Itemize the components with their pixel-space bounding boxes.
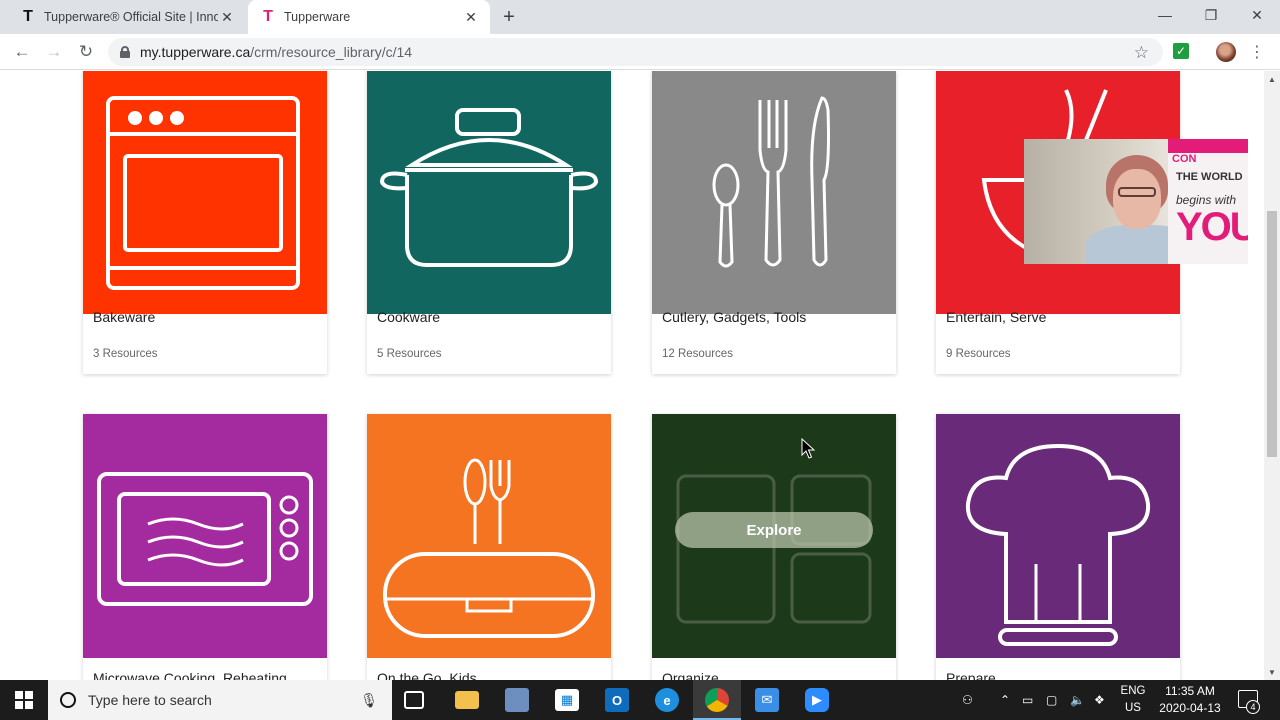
category-image[interactable] [652,71,896,314]
category-name[interactable]: Organize [662,670,719,680]
category-name[interactable]: On the Go, Kids [377,670,477,680]
windows-taskbar: Type here to search 🎙 ▦ O e ✉ ▶ ⚇ ⌃ ▭ ▢ … [0,680,1280,720]
file-explorer-icon[interactable] [455,691,479,709]
forward-arrow-icon[interactable]: → [42,40,66,64]
lock-icon [120,46,130,58]
tupperware-favicon-icon: T [23,8,33,25]
lunchbox-icon [383,458,595,638]
scroll-up-icon[interactable]: ▲ [1267,74,1277,84]
scroll-down-icon[interactable]: ▼ [1267,667,1277,677]
task-view-icon[interactable] [404,691,424,709]
back-arrow-icon[interactable]: ← [10,40,34,64]
pot-icon [379,108,599,267]
category-image[interactable] [367,71,611,314]
show-hidden-icons[interactable]: ⌃ [1000,680,1010,720]
webcam-overlay: CON THE WORLD begins with YOU [1024,139,1248,264]
address-bar[interactable]: my.tupperware.ca/crm/resource_library/c/… [108,38,1163,66]
category-image[interactable] [936,414,1180,658]
tab-title: Tupperware® Official Site | Innov [44,10,218,24]
battery-icon[interactable]: ▭ [1022,680,1033,720]
category-card-cookware[interactable]: Cookware 5 Resources [367,71,611,374]
resource-count: 12 Resources [662,348,733,360]
tab-strip: T Tupperware® Official Site | Innov ✕ T … [0,0,1280,34]
microwave-icon [97,472,313,606]
zoom-icon[interactable]: ▶ [805,688,829,712]
people-icon[interactable]: ⚇ [962,680,973,720]
bookmark-star-icon[interactable]: ☆ [1134,43,1149,63]
poster: CON THE WORLD begins with YOU [1168,139,1248,264]
chef-hat-icon [965,443,1151,646]
category-image[interactable] [83,414,327,658]
notification-count: 4 [1246,700,1260,714]
browser-menu-icon[interactable]: ⋮ [1249,42,1265,62]
chrome-icon[interactable] [705,688,729,712]
extension-check-icon[interactable]: ✓ [1173,43,1189,59]
category-name[interactable]: Entertain, Serve [946,309,1046,325]
cortana-icon [60,692,76,708]
minimize-icon[interactable]: — [1142,0,1188,30]
search-placeholder: Type here to search [88,692,212,708]
scrollbar-thumb[interactable] [1267,211,1277,457]
tupperware-favicon-icon: T [263,8,273,25]
mouse-cursor-icon [801,438,815,459]
outlook-icon[interactable]: O [605,688,629,712]
browser-toolbar: ← → ↻ my.tupperware.ca/crm/resource_libr… [0,34,1280,70]
taskbar-search-box[interactable]: Type here to search 🎙 [48,680,392,720]
url-text: my.tupperware.ca/crm/resource_library/c/… [140,44,413,60]
new-tab-button[interactable]: + [498,6,520,28]
volume-icon[interactable]: 🔈 [1070,680,1085,720]
resource-count: 9 Resources [946,348,1011,360]
category-name[interactable]: Bakeware [93,309,155,325]
edge-icon[interactable]: e [655,688,679,712]
cutlery-icon [712,96,830,268]
mail-icon[interactable]: ✉ [755,688,779,712]
paint-icon[interactable] [505,688,529,712]
category-card-prepare[interactable]: Prepare [936,414,1180,680]
category-card-on-the-go[interactable]: On the Go, Kids [367,414,611,680]
network-icon[interactable]: ▢ [1046,680,1057,720]
window-close-icon[interactable]: ✕ [1234,0,1280,30]
category-card-organize[interactable]: Explore Organize [652,414,896,680]
resource-count: 5 Resources [377,348,442,360]
dropbox-icon[interactable]: ❖ [1094,680,1105,720]
category-card-cutlery[interactable]: Cutlery, Gadgets, Tools 12 Resources [652,71,896,374]
tab-tupperware-official[interactable]: T Tupperware® Official Site | Innov ✕ [8,0,246,34]
category-name[interactable]: Cookware [377,309,440,325]
category-name[interactable]: Cutlery, Gadgets, Tools [662,309,806,325]
explore-button[interactable]: Explore [675,512,873,548]
restore-icon[interactable]: ❐ [1188,0,1234,30]
category-image[interactable]: Explore [652,414,896,658]
reload-icon[interactable]: ↻ [74,40,98,64]
tab-tupperware[interactable]: T Tupperware ✕ [248,0,490,34]
microphone-icon[interactable]: 🎙 [360,692,378,709]
category-card-microwave[interactable]: Microwave Cooking, Reheating [83,414,327,680]
category-name[interactable]: Prepare [946,670,996,680]
close-tab-icon[interactable]: ✕ [218,8,236,26]
page-scrollbar[interactable]: ▲ ▼ [1264,71,1280,680]
category-image[interactable] [83,71,327,314]
category-card-bakeware[interactable]: Bakeware 3 Resources [83,71,327,374]
close-tab-icon[interactable]: ✕ [462,8,480,26]
system-clock[interactable]: 11:35 AM 2020-04-13 [1150,683,1230,717]
store-icon[interactable]: ▦ [555,689,579,711]
category-image[interactable] [367,414,611,658]
profile-avatar[interactable] [1216,42,1236,62]
input-language[interactable]: ENG US [1118,683,1148,717]
tab-title: Tupperware [284,10,351,24]
windows-start-icon[interactable] [0,680,48,720]
category-name[interactable]: Microwave Cooking, Reheating [93,670,287,680]
oven-icon [106,96,300,290]
resource-count: 3 Resources [93,348,158,360]
